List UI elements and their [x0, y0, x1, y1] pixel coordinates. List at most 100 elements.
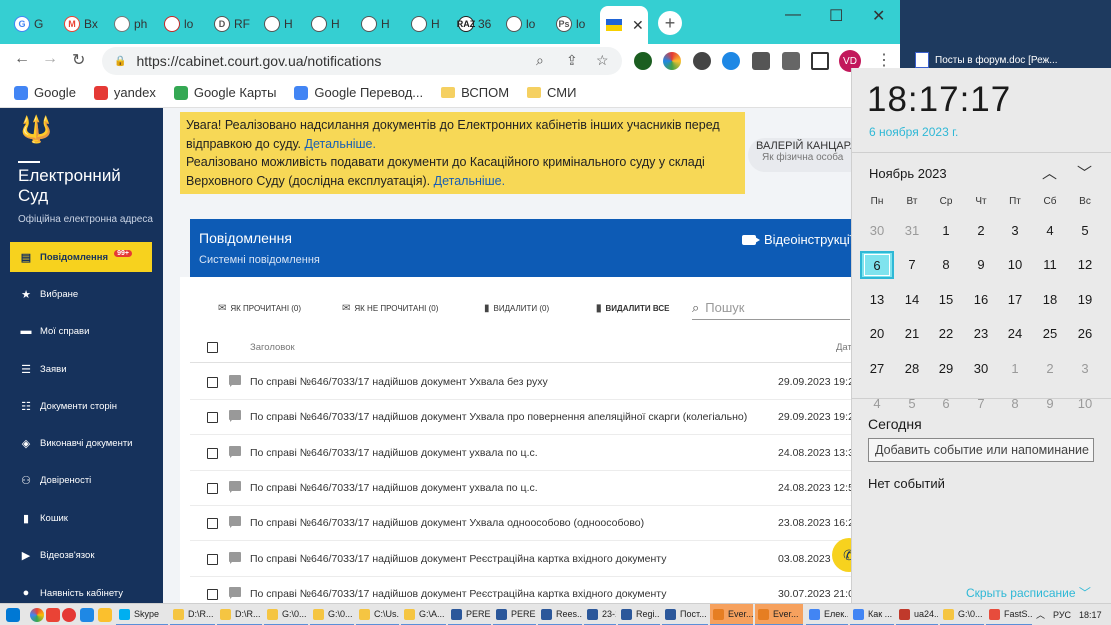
browser-tab[interactable]: D RF [208, 9, 256, 39]
sidebar-item[interactable]: ▶ Відеозв'язок [10, 540, 152, 570]
calendar-day[interactable]: 4 [1033, 216, 1067, 244]
language-indicator[interactable]: РУС [1053, 610, 1071, 620]
notice-link-1[interactable]: Детальніше. [304, 137, 375, 151]
active-browser-tab[interactable]: ✕ [600, 6, 648, 44]
calendar-day[interactable]: 7 [964, 389, 998, 417]
table-row[interactable]: По справі №646/7033/17 надійшов документ… [190, 365, 890, 400]
taskbar-item[interactable]: Skype [116, 604, 168, 625]
calendar-day[interactable]: 21 [895, 320, 929, 348]
table-row[interactable]: По справі №646/7033/17 надійшов документ… [190, 506, 890, 542]
taskbar-item[interactable]: PERE... [448, 604, 491, 625]
browser-tab[interactable]: Н [405, 9, 453, 39]
sidebar-item[interactable]: ★ Вибране [10, 279, 152, 309]
sidebar-item[interactable]: ▤ Повідомлення 99+ [10, 242, 152, 272]
sidebar-item[interactable]: ▮ Кошик [10, 503, 152, 533]
calendar-day[interactable]: 11 [1033, 251, 1067, 279]
calendar-day[interactable]: 26 [1068, 320, 1102, 348]
row-subject[interactable]: По справі №646/7033/17 надійшов документ… [250, 588, 666, 600]
tray-expand-icon[interactable]: ︿ [1036, 608, 1045, 621]
month-label[interactable]: Ноябрь 2023 [869, 166, 947, 181]
calendar-day[interactable]: 16 [964, 285, 998, 313]
folder-icon[interactable] [98, 608, 112, 622]
extension-lab-icon[interactable] [782, 52, 800, 70]
calendar-day[interactable]: 8 [998, 389, 1032, 417]
row-subject[interactable]: По справі №646/7033/17 надійшов документ… [250, 553, 666, 565]
calendar-day[interactable]: 2 [1033, 354, 1067, 382]
kebab-menu-icon[interactable]: ⋮ [876, 50, 892, 70]
close-window-icon[interactable]: ✕ [872, 6, 885, 26]
taskbar-item[interactable]: FastS... [986, 604, 1032, 625]
delete-button[interactable]: ▮ ВИДАЛИТИ (0) [484, 303, 549, 314]
browser-tab[interactable]: ph [108, 9, 156, 39]
table-row[interactable]: По справі №646/7033/17 надійшов документ… [190, 400, 890, 436]
table-row[interactable]: По справі №646/7033/17 надійшов документ… [190, 471, 890, 506]
taskbar-item[interactable]: Regi... [618, 604, 660, 625]
calendar-day[interactable]: 9 [964, 251, 998, 279]
opera-icon[interactable] [62, 608, 76, 622]
calendar-day[interactable]: 14 [895, 285, 929, 313]
calendar-day-today[interactable]: 6 [860, 250, 894, 279]
calendar-day[interactable]: 27 [860, 354, 894, 382]
taskbar-clock[interactable]: 18:17 [1079, 610, 1102, 620]
side-panel-icon[interactable] [811, 52, 829, 70]
row-subject[interactable]: По справі №646/7033/17 надійшов документ… [250, 517, 644, 529]
bookmark-folder[interactable]: ВСПОМ [441, 85, 509, 100]
start-windows-icon[interactable] [6, 608, 20, 622]
video-instructions-link[interactable]: Відеоінструкції [742, 232, 853, 247]
desktop-window-title[interactable]: Посты в форум.doc [Реж... [915, 52, 1058, 68]
taskbar-item[interactable]: Rees... [538, 604, 582, 625]
sidebar-item[interactable]: ☰ Заяви [10, 354, 152, 384]
calendar-day[interactable]: 10 [998, 251, 1032, 279]
minimize-icon[interactable]: — [785, 6, 801, 24]
bookmark-folder[interactable]: СМИ [527, 85, 576, 100]
calendar-day[interactable]: 30 [860, 216, 894, 244]
browser-tab[interactable]: GG [8, 9, 56, 39]
row-subject[interactable]: По справі №646/7033/17 надійшов документ… [250, 447, 538, 459]
calendar-day[interactable]: 5 [1068, 216, 1102, 244]
app-icon[interactable] [80, 608, 94, 622]
bookmark-item[interactable]: yandex [93, 85, 156, 100]
extensions-puzzle-icon[interactable] [752, 52, 770, 70]
bookmark-item[interactable]: Google [14, 85, 76, 100]
calendar-day[interactable]: 7 [895, 251, 929, 279]
gmail-icon[interactable] [46, 608, 60, 622]
previous-month-icon[interactable]: ︿ [1042, 162, 1057, 183]
taskbar-item[interactable]: Пост... [662, 604, 708, 625]
mark-unread-button[interactable]: ✉ ЯК НЕ ПРОЧИТАНІ (0) [342, 303, 438, 314]
forward-icon[interactable]: → [42, 50, 58, 68]
taskbar-item[interactable]: 23-1... [584, 604, 616, 625]
calendar-day[interactable]: 15 [929, 285, 963, 313]
row-subject[interactable]: По справі №646/7033/17 надійшов документ… [250, 482, 538, 494]
taskbar-item[interactable]: ua24... [896, 604, 938, 625]
calendar-day[interactable]: 3 [998, 216, 1032, 244]
taskbar-item[interactable]: Ever... [710, 604, 753, 625]
browser-tab[interactable]: Ps lo [550, 9, 598, 39]
sidebar-item[interactable]: ◈ Виконавчі документи [10, 428, 152, 458]
calendar-day[interactable]: 12 [1068, 251, 1102, 279]
taskbar-item[interactable]: D:\R... [170, 604, 215, 625]
browser-tab[interactable]: lo [500, 9, 548, 39]
back-icon[interactable]: ← [14, 50, 30, 68]
calendar-day[interactable]: 6 [929, 389, 963, 417]
share-icon[interactable]: ⇪ [566, 52, 578, 69]
row-checkbox[interactable] [207, 588, 218, 600]
table-row[interactable]: По справі №646/7033/17 надійшов документ… [190, 577, 890, 603]
calendar-day[interactable]: 25 [1033, 320, 1067, 348]
calendar-day[interactable]: 19 [1068, 285, 1102, 313]
calendar-day[interactable]: 20 [860, 320, 894, 348]
browser-tab[interactable]: M Вх [58, 9, 106, 39]
taskbar-item[interactable]: G:\0... [310, 604, 354, 625]
sidebar-item[interactable]: ▬ Мої справи [10, 316, 152, 346]
row-checkbox[interactable] [207, 518, 218, 530]
row-checkbox[interactable] [207, 412, 218, 424]
extension-shazam-icon[interactable] [722, 52, 740, 70]
add-event-input[interactable]: Добавить событие или напоминание [868, 438, 1094, 462]
mark-read-button[interactable]: ✉ ЯК ПРОЧИТАНІ (0) [218, 303, 301, 314]
taskbar-item[interactable]: PERE... [493, 604, 536, 625]
calendar-day[interactable]: 18 [1033, 285, 1067, 313]
clock-date[interactable]: 6 ноября 2023 г. [869, 125, 958, 139]
calendar-day[interactable]: 13 [860, 285, 894, 313]
taskbar-item[interactable]: D:\R... [217, 604, 262, 625]
taskbar-item[interactable]: Как ... [850, 604, 894, 625]
taskbar-item[interactable]: G:\A... [401, 604, 446, 625]
